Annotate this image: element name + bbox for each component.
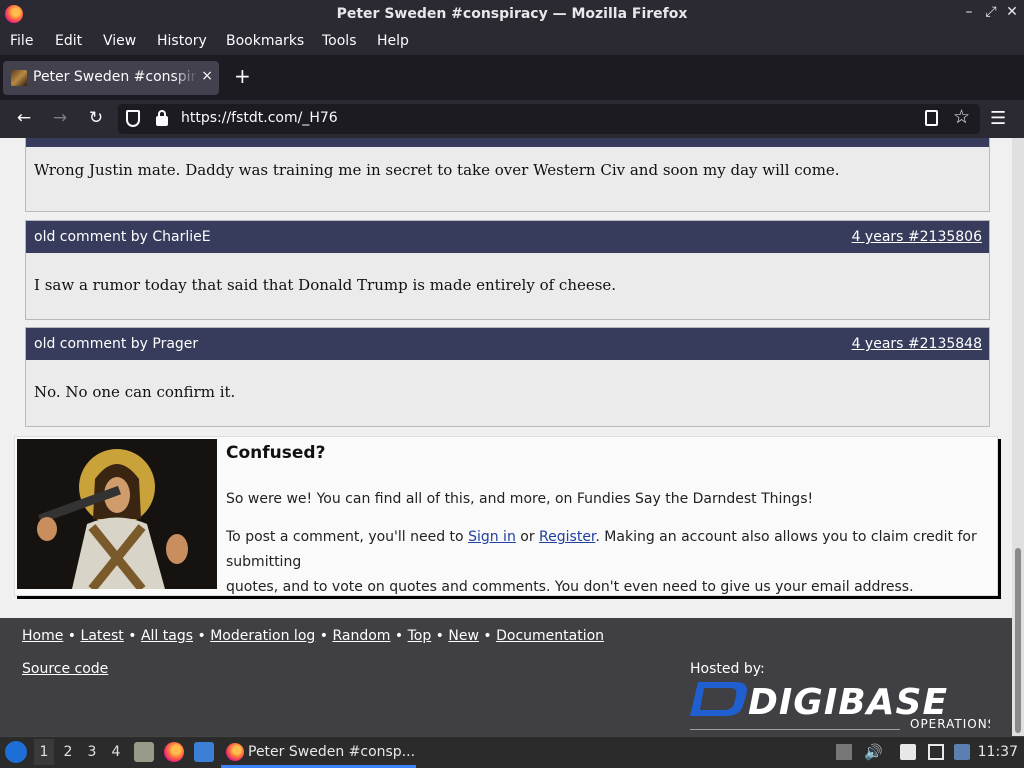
- confused-signup-text: To post a comment, you'll need to Sign i…: [226, 525, 997, 600]
- clock: 11:37: [977, 744, 1018, 760]
- page-viewport[interactable]: Wrong Justin mate. Daddy was training me…: [0, 138, 1024, 736]
- tab-strip: Peter Sweden #conspiracy × +: [0, 55, 1024, 100]
- tray-app-icon[interactable]: [836, 744, 852, 760]
- desktop-taskbar: 1 2 3 4 Peter Sweden #consp... 🔊 11:37: [0, 736, 1024, 768]
- padlock-icon[interactable]: [156, 110, 168, 126]
- maximize-button[interactable]: ⤢: [981, 4, 1001, 20]
- footer-link-documentation[interactable]: Documentation: [496, 628, 604, 644]
- address-bar[interactable]: https://fstdt.com/_H76 ☆: [118, 104, 980, 134]
- separator: •: [431, 628, 449, 644]
- close-tab-icon[interactable]: ×: [201, 68, 213, 84]
- comment-body: No. No one can confirm it.: [34, 383, 236, 401]
- source-code-link[interactable]: Source code: [22, 661, 108, 677]
- workspace-1[interactable]: 1: [34, 739, 54, 765]
- navigation-toolbar: ← → ↻ https://fstdt.com/_H76 ☆ ☰: [0, 100, 1024, 138]
- reload-icon[interactable]: ↻: [85, 108, 107, 128]
- menu-tools[interactable]: Tools: [322, 33, 357, 49]
- register-link[interactable]: Register: [539, 529, 595, 545]
- footer-link-top[interactable]: Top: [408, 628, 432, 644]
- network-icon[interactable]: [928, 744, 944, 760]
- separator: •: [193, 628, 211, 644]
- comment-body: I saw a rumor today that said that Donal…: [34, 276, 617, 294]
- footer-links: Home • Latest • All tags • Moderation lo…: [22, 628, 604, 644]
- comment-header: old comment by CharlieE 4 years #2135806: [26, 221, 989, 253]
- comment-card: Wrong Justin mate. Daddy was training me…: [25, 138, 990, 212]
- separator: •: [63, 628, 81, 644]
- scrollbar-thumb[interactable]: [1015, 548, 1021, 733]
- taskbar-firefox-window[interactable]: Peter Sweden #consp...: [221, 738, 416, 768]
- comment-card: old comment by CharlieE 4 years #2135806…: [25, 220, 990, 320]
- footer-link-moderation-log[interactable]: Moderation log: [210, 628, 315, 644]
- site-footer: Home • Latest • All tags • Moderation lo…: [0, 618, 1012, 736]
- workspace-3[interactable]: 3: [82, 744, 102, 760]
- taskbar-window-title: Peter Sweden #consp...: [248, 744, 416, 760]
- volume-icon[interactable]: 🔊: [864, 744, 883, 760]
- menu-file[interactable]: File: [10, 33, 33, 49]
- window-title: Peter Sweden #conspiracy — Mozilla Firef…: [336, 6, 688, 22]
- signup-text-line3: quotes, and to vote on quotes and commen…: [226, 579, 914, 595]
- start-menu-icon[interactable]: [5, 741, 27, 763]
- digibase-operations-logo[interactable]: DIGIBASE OPERATIONS: [690, 678, 995, 731]
- reader-view-icon[interactable]: [925, 110, 938, 126]
- comment-header: [26, 138, 989, 147]
- tracking-protection-shield-icon[interactable]: [126, 110, 140, 127]
- new-tab-button[interactable]: +: [234, 64, 251, 88]
- firefox-icon: [226, 743, 244, 761]
- jesus-illustration-image: [17, 439, 217, 589]
- separator: •: [390, 628, 408, 644]
- comment-card: old comment by Prager 4 years #2135848 N…: [25, 327, 990, 427]
- separator: •: [478, 628, 497, 644]
- footer-link-home[interactable]: Home: [22, 628, 63, 644]
- confused-heading: Confused?: [226, 443, 326, 463]
- signup-text-prefix: To post a comment, you'll need to: [226, 529, 469, 545]
- menu-bookmarks[interactable]: Bookmarks: [226, 33, 304, 49]
- hosted-by-label: Hosted by:: [690, 661, 765, 677]
- comment-permalink[interactable]: 4 years #2135848: [852, 336, 982, 352]
- vertical-scrollbar[interactable]: [1012, 138, 1024, 736]
- or-text: or: [515, 529, 540, 545]
- forward-arrow-icon[interactable]: →: [49, 108, 71, 128]
- confused-info-box: Confused? So were we! You can find all o…: [14, 436, 998, 596]
- separator: •: [123, 628, 141, 644]
- firefox-launcher-icon[interactable]: [164, 742, 184, 762]
- comment-author: old comment by Prager: [34, 336, 199, 352]
- menu-view[interactable]: View: [103, 33, 136, 49]
- confused-intro-text: So were we! You can find all of this, an…: [226, 491, 814, 507]
- close-window-button[interactable]: ✕: [1002, 4, 1022, 20]
- footer-link-random[interactable]: Random: [332, 628, 390, 644]
- footer-link-all-tags[interactable]: All tags: [141, 628, 193, 644]
- file-manager-icon[interactable]: [134, 742, 154, 762]
- footer-link-new[interactable]: New: [448, 628, 479, 644]
- menu-bar: File Edit View History Bookmarks Tools H…: [0, 29, 1024, 55]
- footer-link-latest[interactable]: Latest: [81, 628, 124, 644]
- bookmark-star-icon[interactable]: ☆: [953, 106, 970, 128]
- comment-permalink[interactable]: 4 years #2135806: [852, 229, 982, 245]
- minimize-button[interactable]: –: [959, 4, 979, 20]
- workspace-2[interactable]: 2: [58, 744, 78, 760]
- separator: •: [315, 628, 333, 644]
- clipboard-icon[interactable]: [900, 744, 916, 760]
- site-favicon-icon: [11, 70, 27, 86]
- app-menu-icon[interactable]: ☰: [990, 108, 1006, 129]
- window-titlebar: Peter Sweden #conspiracy — Mozilla Firef…: [0, 0, 1024, 29]
- comment-author: old comment by CharlieE: [34, 229, 211, 245]
- url-text[interactable]: https://fstdt.com/_H76: [181, 110, 338, 126]
- workspace-4[interactable]: 4: [106, 744, 126, 760]
- menu-edit[interactable]: Edit: [55, 33, 82, 49]
- desktop-icon[interactable]: [194, 742, 214, 762]
- comment-body: Wrong Justin mate. Daddy was training me…: [34, 161, 840, 179]
- menu-history[interactable]: History: [157, 33, 207, 49]
- notification-icon[interactable]: [954, 744, 970, 760]
- tab-peter-sweden[interactable]: Peter Sweden #conspiracy ×: [3, 61, 219, 95]
- comment-header: old comment by Prager 4 years #2135848: [26, 328, 989, 360]
- back-arrow-icon[interactable]: ←: [13, 108, 35, 128]
- svg-text:OPERATIONS: OPERATIONS: [910, 717, 990, 730]
- tab-title: Peter Sweden #conspiracy: [33, 69, 198, 85]
- menu-help[interactable]: Help: [377, 33, 409, 49]
- sign-in-link[interactable]: Sign in: [468, 529, 516, 545]
